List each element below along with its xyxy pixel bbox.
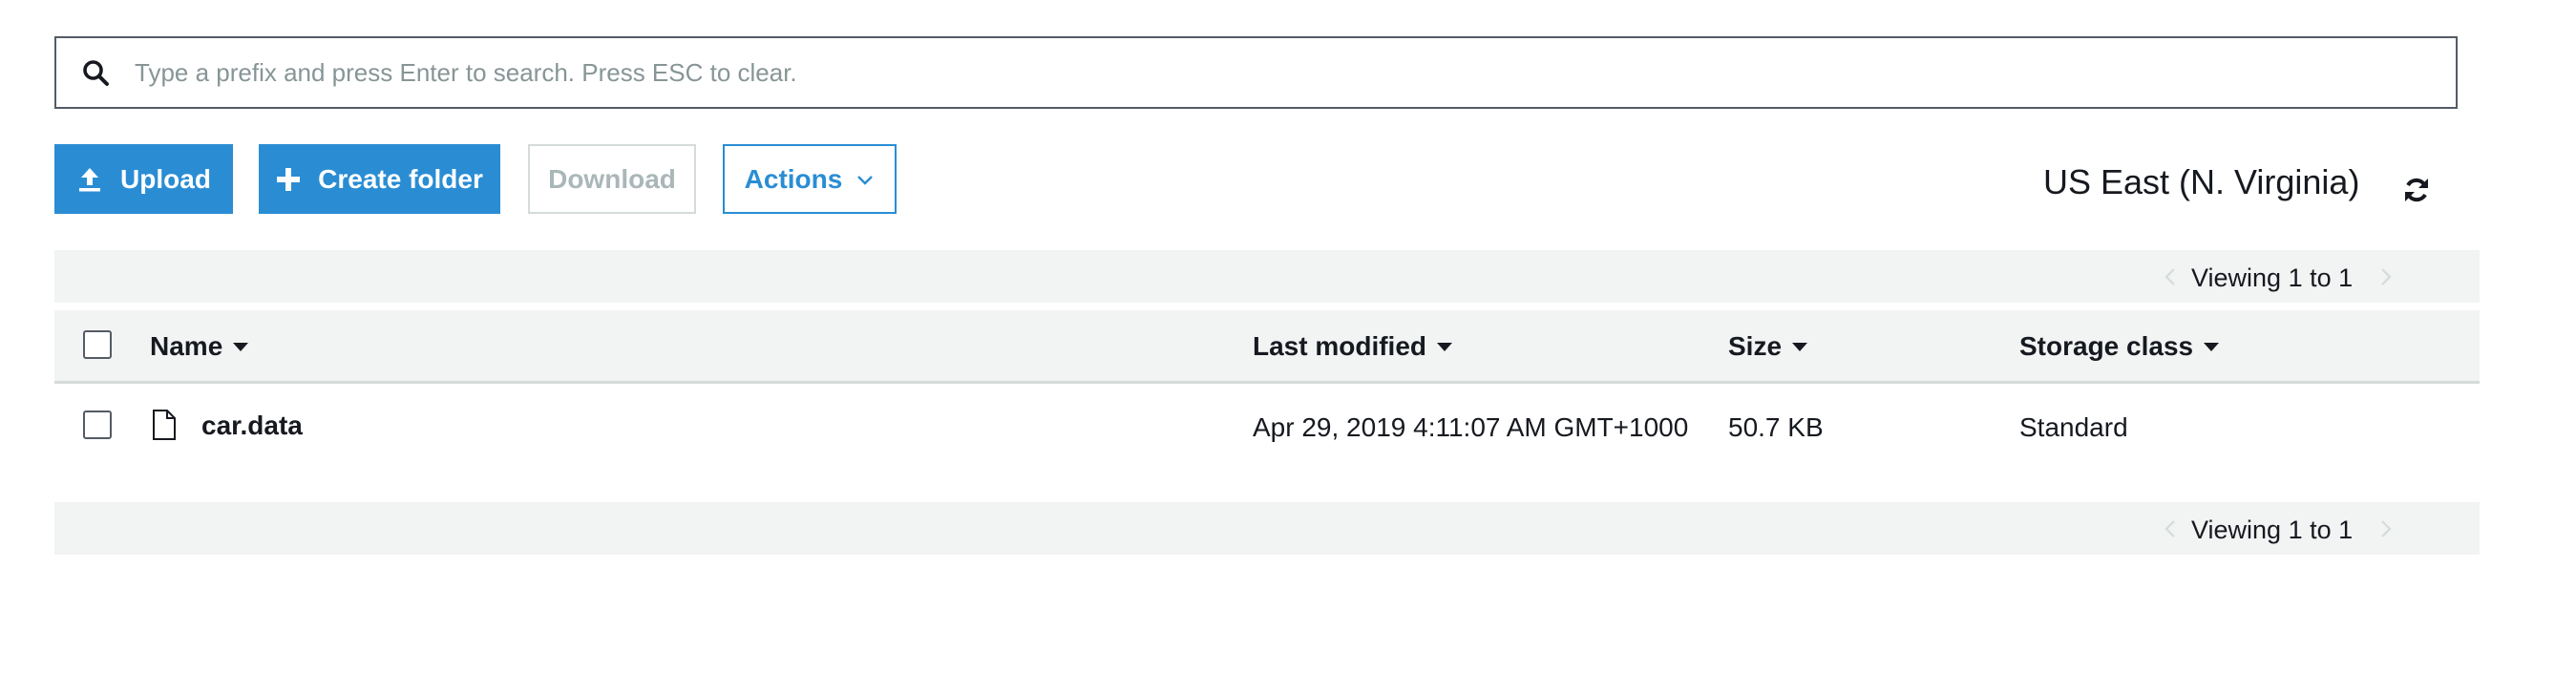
download-button[interactable]: Download <box>528 144 696 214</box>
search-bar <box>54 36 2458 109</box>
upload-icon <box>76 166 103 193</box>
table-header: Name Last modified Size Storage class <box>54 310 2480 384</box>
column-header-size[interactable]: Size <box>1728 331 1808 362</box>
object-last-modified: Apr 29, 2019 4:11:07 AM GMT+1000 <box>1253 412 1689 442</box>
create-folder-button[interactable]: Create folder <box>259 144 500 214</box>
download-button-label: Download <box>548 163 676 194</box>
select-all-checkbox[interactable] <box>83 330 112 359</box>
caret-down-icon <box>1436 341 1453 352</box>
row-checkbox[interactable] <box>83 411 112 439</box>
chevron-down-icon <box>855 173 875 186</box>
search-input[interactable] <box>133 43 2456 102</box>
pagination-top: Viewing 1 to 1 <box>54 250 2480 303</box>
s3-bucket-objects-view: Upload Create folder Download Actions US… <box>0 0 2576 695</box>
create-folder-button-label: Create folder <box>318 163 483 194</box>
chevron-right-icon[interactable] <box>2375 263 2397 290</box>
chevron-left-icon[interactable] <box>2159 263 2182 290</box>
search-icon <box>79 56 112 89</box>
pagination-status: Viewing 1 to 1 <box>2191 263 2354 292</box>
column-header-size-label: Size <box>1728 331 1783 361</box>
plus-icon <box>276 167 301 192</box>
region-label: US East (N. Virginia) <box>2043 162 2360 201</box>
column-header-last-modified[interactable]: Last modified <box>1253 331 1453 362</box>
pagination-bottom: Viewing 1 to 1 <box>54 502 2480 555</box>
caret-down-icon <box>232 341 249 352</box>
object-storage-class: Standard <box>2019 412 2128 442</box>
column-header-last-modified-label: Last modified <box>1253 331 1427 361</box>
column-header-name[interactable]: Name <box>150 331 249 362</box>
table-row: car.data Apr 29, 2019 4:11:07 AM GMT+100… <box>54 384 2480 465</box>
pagination-status: Viewing 1 to 1 <box>2191 516 2354 544</box>
column-header-name-label: Name <box>150 331 223 361</box>
object-name-link[interactable]: car.data <box>201 411 303 441</box>
chevron-right-icon[interactable] <box>2375 516 2397 542</box>
column-header-storage-class[interactable]: Storage class <box>2019 331 2220 362</box>
file-icon <box>152 409 177 441</box>
chevron-left-icon[interactable] <box>2159 516 2182 542</box>
column-header-storage-class-label: Storage class <box>2019 331 2194 361</box>
caret-down-icon <box>1791 341 1808 352</box>
caret-down-icon <box>2203 341 2220 352</box>
object-size: 50.7 KB <box>1728 412 1824 442</box>
actions-dropdown[interactable]: Actions <box>723 144 897 214</box>
refresh-icon[interactable] <box>2400 174 2433 206</box>
upload-button-label: Upload <box>120 163 211 194</box>
upload-button[interactable]: Upload <box>54 144 233 214</box>
actions-dropdown-label: Actions <box>744 163 843 194</box>
